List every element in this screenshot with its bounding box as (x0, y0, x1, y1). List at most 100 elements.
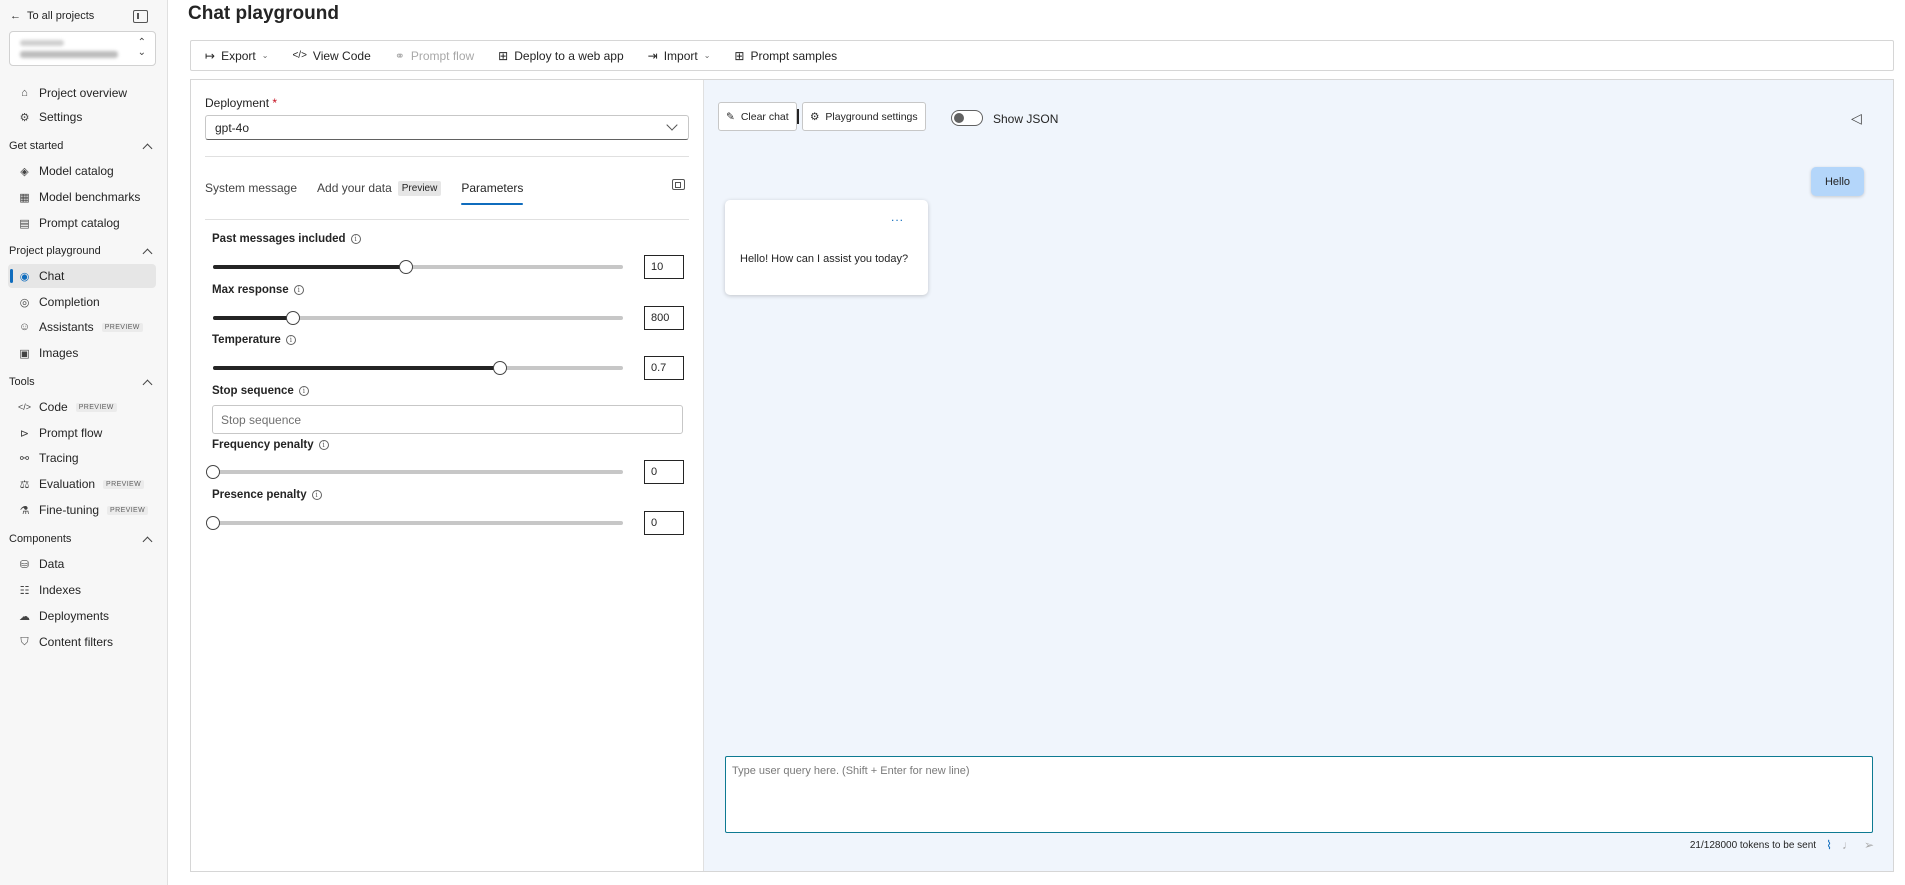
sidebar-item-tracing[interactable]: ⚯ Tracing (8, 446, 156, 470)
sidebar-item-assistants[interactable]: ☺ Assistants PREVIEW (8, 315, 156, 339)
past-messages-slider[interactable] (213, 260, 623, 274)
microphone-icon[interactable]: ♩ (1842, 838, 1854, 852)
sidebar-item-prompt-flow[interactable]: ⊳ Prompt flow (8, 421, 156, 445)
sidebar-item-indexes[interactable]: ☷ Indexes (8, 578, 156, 602)
home-icon: ⌂ (21, 87, 28, 99)
arrow-left-icon: ← (10, 10, 21, 22)
export-button[interactable]: ↦ Export ⌄ (205, 49, 268, 63)
info-icon[interactable]: i (318, 440, 329, 450)
info-icon[interactable]: i (350, 234, 361, 244)
sidebar-item-evaluation[interactable]: ⚖ Evaluation PREVIEW (8, 472, 156, 496)
section-tools[interactable]: Tools (9, 374, 155, 390)
info-icon[interactable]: i (293, 285, 304, 295)
prompt-flow-icon: ⊳ (19, 427, 30, 440)
project-hub-name (20, 40, 64, 46)
slider-fill (213, 316, 293, 320)
section-project-playground[interactable]: Project playground (9, 243, 155, 259)
sidebar-item-project-overview[interactable]: ⌂ Project overview (8, 81, 156, 105)
playground-settings-button[interactable]: ⚙ Playground settings (802, 102, 926, 131)
sidebar-item-prompt-catalog[interactable]: ▤ Prompt catalog (8, 211, 156, 235)
database-icon: ⛁ (19, 558, 30, 571)
benchmark-icon: ▦ (19, 191, 30, 204)
max-response-value[interactable]: 800 (644, 306, 684, 330)
divider (797, 109, 799, 124)
frequency-penalty-slider[interactable] (206, 465, 623, 479)
section-get-started[interactable]: Get started (9, 138, 155, 154)
preview-badge: PREVIEW (107, 505, 149, 515)
sidebar-item-chat[interactable]: ◉ Chat (8, 264, 156, 288)
temperature-slider[interactable] (213, 361, 623, 375)
tab-parameters[interactable]: Parameters (461, 177, 524, 205)
slider-thumb[interactable] (206, 516, 220, 530)
divider (205, 156, 689, 157)
import-button[interactable]: ⇥ Import ⌄ (648, 49, 711, 63)
prompt-flow-button[interactable]: ⚭ Prompt flow (395, 49, 474, 63)
temperature-value[interactable]: 0.7 (644, 356, 684, 380)
code-icon: </> (292, 50, 307, 61)
divider (205, 219, 689, 220)
view-code-button[interactable]: </> View Code (292, 49, 370, 63)
frequency-penalty-value[interactable]: 0 (644, 460, 684, 484)
sidebar-item-data[interactable]: ⛁ Data (8, 552, 156, 576)
deployment-label: Deployment * (205, 96, 278, 110)
gear-icon: ⚙ (19, 111, 30, 124)
sidebar-item-model-benchmarks[interactable]: ▦ Model benchmarks (8, 185, 156, 209)
collapse-sidebar-icon[interactable] (133, 10, 148, 23)
more-options-icon[interactable]: ... (891, 210, 904, 224)
presence-penalty-value[interactable]: 0 (644, 511, 684, 535)
slider-fill (213, 265, 406, 269)
show-json-toggle[interactable] (951, 110, 983, 126)
past-messages-label: Past messages included i (212, 233, 361, 245)
setup-pane: Deployment * gpt-4o System message Add y… (191, 80, 704, 871)
slider-thumb[interactable] (206, 465, 220, 479)
setup-tabs: System message Add your data Preview Par… (205, 177, 524, 205)
sidebar-item-code[interactable]: </> Code PREVIEW (8, 395, 156, 419)
chevron-up-down-icon: ⌃ ⌄ (137, 37, 146, 58)
chevron-up-icon (142, 248, 153, 258)
grid-add-icon: ⊞ (498, 48, 509, 63)
user-query-input[interactable]: Type user query here. (Shift + Enter for… (725, 756, 1873, 833)
slider-thumb[interactable] (398, 260, 413, 274)
tab-system-message[interactable]: System message (205, 177, 297, 199)
completion-icon: ◎ (19, 296, 30, 309)
sidebar-item-deployments[interactable]: ☁ Deployments (8, 604, 156, 628)
prompt-samples-button[interactable]: ⊞ Prompt samples (734, 49, 837, 63)
sidebar-item-fine-tuning[interactable]: ⚗ Fine-tuning PREVIEW (8, 498, 156, 522)
prompt-catalog-icon: ▤ (19, 217, 30, 230)
flask-icon: ⚗ (19, 504, 30, 517)
deployment-select[interactable]: gpt-4o (205, 115, 689, 140)
sidebar-item-completion[interactable]: ◎ Completion (8, 290, 156, 314)
chevron-up-icon (142, 536, 153, 546)
import-icon: ⇥ (647, 48, 658, 63)
toolbar: ↦ Export ⌄ </> View Code ⚭ Prompt flow ⊞… (190, 40, 1894, 71)
info-icon[interactable]: i (285, 335, 296, 345)
slider-thumb[interactable] (493, 361, 507, 375)
sidebar-item-images[interactable]: ▣ Images (8, 341, 156, 365)
send-icon[interactable]: ➢ (1864, 838, 1874, 852)
broom-icon: ✎ (726, 110, 735, 123)
clear-chat-button[interactable]: ✎ Clear chat (718, 102, 797, 131)
speaker-icon[interactable]: ◁ (1851, 110, 1862, 127)
attach-icon[interactable]: ⌇ (1826, 838, 1832, 852)
presence-penalty-slider[interactable] (206, 516, 623, 530)
chevron-up-icon (142, 143, 153, 153)
preview-badge: Preview (397, 180, 442, 196)
section-components[interactable]: Components (9, 531, 155, 547)
info-icon[interactable]: i (298, 386, 309, 396)
sidebar-item-settings[interactable]: ⚙ Settings (8, 105, 156, 129)
frequency-penalty-label: Frequency penalty i (212, 439, 329, 451)
preview-badge: PREVIEW (103, 479, 145, 489)
back-to-projects-link[interactable]: ← To all projects (10, 10, 94, 22)
sidebar-item-model-catalog[interactable]: ◈ Model catalog (8, 159, 156, 183)
project-picker[interactable]: ⌃ ⌄ (9, 31, 156, 66)
slider-thumb[interactable] (285, 311, 300, 325)
sidebar-item-content-filters[interactable]: ⛉ Content filters (8, 630, 156, 654)
past-messages-value[interactable]: 10 (644, 255, 684, 279)
panel-toggle-icon[interactable] (672, 179, 685, 190)
tab-add-your-data[interactable]: Add your data Preview (317, 177, 442, 199)
code-icon: </> (18, 402, 32, 412)
stop-sequence-input[interactable]: Stop sequence (212, 405, 683, 434)
info-icon[interactable]: i (311, 490, 322, 500)
deploy-web-app-button[interactable]: ⊞ Deploy to a web app (498, 49, 623, 63)
max-response-slider[interactable] (213, 311, 623, 325)
